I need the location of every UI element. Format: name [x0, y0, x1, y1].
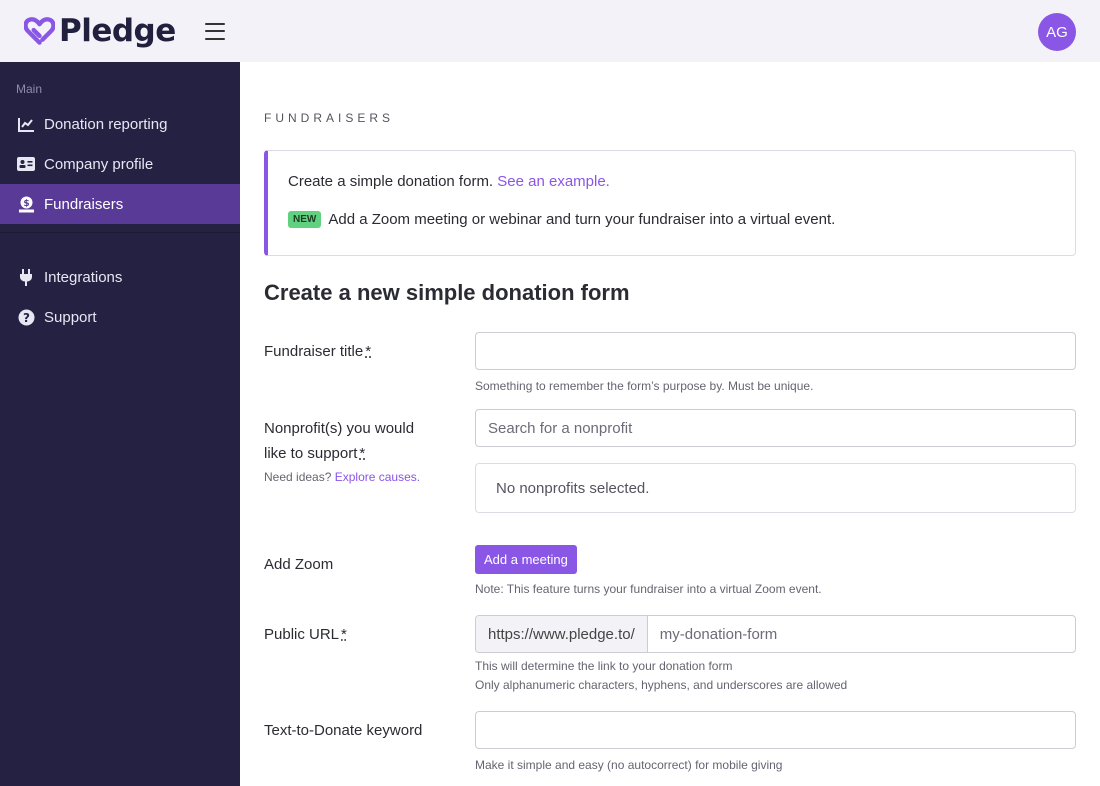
public-url-group: https://www.pledge.to/ my-donation-form	[475, 615, 1076, 653]
help-line: Only alphanumeric characters, hyphens, a…	[475, 678, 848, 692]
field-control: https://www.pledge.to/ my-donation-form …	[475, 615, 1076, 695]
required-marker: *	[341, 626, 347, 643]
page-eyebrow: FUNDRAISERS	[264, 111, 395, 125]
field-control: Make it simple and easy (no autocorrect)…	[475, 711, 1076, 775]
fundraiser-title-input[interactable]	[475, 332, 1076, 370]
sidebar-item-label: Company profile	[44, 155, 154, 173]
sidebar-divider	[0, 232, 240, 233]
sidebar-item-label: Integrations	[44, 268, 123, 286]
input-placeholder: Search for a nonprofit	[488, 419, 633, 437]
label-text: like to support	[264, 445, 358, 462]
callout-text: Create a simple donation form.	[288, 173, 494, 190]
plug-icon	[17, 268, 35, 286]
sidebar-item-support[interactable]: ? Support	[0, 297, 240, 337]
url-prefix: https://www.pledge.to/	[476, 616, 648, 652]
label-text: Public URL	[264, 626, 340, 643]
main-content: FUNDRAISERS Create a simple donation for…	[240, 62, 1100, 786]
info-callout: Create a simple donation form. See an ex…	[264, 150, 1076, 256]
help-line: This will determine the link to your don…	[475, 659, 733, 673]
required-marker: *	[365, 343, 372, 360]
field-control: Add a meeting Note: This feature turns y…	[475, 545, 1076, 599]
id-card-icon	[17, 155, 35, 173]
sidebar-item-company-profile[interactable]: Company profile	[0, 144, 240, 184]
field-help: This will determine the link to your don…	[475, 657, 1076, 695]
required-marker: *	[359, 445, 366, 462]
field-control: Something to remember the form’s purpose…	[475, 332, 1076, 396]
svg-text:$: $	[23, 199, 29, 209]
field-label: Fundraiser title *	[264, 339, 371, 364]
sidebar-section-label: Main	[16, 82, 43, 96]
sidebar-item-label: Donation reporting	[44, 115, 168, 133]
public-url-input[interactable]: my-donation-form	[648, 616, 1075, 652]
nonprofit-search-input[interactable]: Search for a nonprofit	[475, 409, 1076, 447]
svg-text:?: ?	[23, 311, 30, 325]
heart-logo-icon	[24, 17, 55, 45]
field-help: Make it simple and easy (no autocorrect)…	[475, 758, 783, 772]
field-help: Note: This feature turns your fundraiser…	[475, 582, 822, 596]
field-label: Nonprofit(s) you would like to support *	[264, 416, 414, 466]
selected-nonprofits-box: No nonprofits selected.	[475, 463, 1076, 513]
keyword-input[interactable]	[475, 711, 1076, 749]
explore-causes-link[interactable]: Explore causes.	[335, 470, 420, 484]
sidebar: Main Donation reporting Company profile …	[0, 62, 240, 786]
field-help: Need ideas? Explore causes.	[264, 470, 420, 484]
sidebar-item-label: Support	[44, 308, 97, 326]
menu-toggle-icon[interactable]	[204, 22, 225, 40]
brand-name: Pledge	[59, 13, 176, 49]
add-meeting-button[interactable]: Add a meeting	[475, 545, 577, 574]
top-bar: Pledge AG	[0, 0, 1100, 62]
label-text: Nonprofit(s) you would	[264, 420, 415, 437]
brand-logo[interactable]: Pledge	[24, 13, 176, 49]
field-label: Public URL *	[264, 622, 347, 647]
user-avatar[interactable]: AG	[1038, 13, 1076, 51]
field-label: Add Zoom	[264, 556, 334, 573]
input-placeholder: my-donation-form	[659, 625, 778, 643]
question-circle-icon: ?	[17, 308, 35, 326]
field-help: Something to remember the form’s purpose…	[475, 379, 814, 393]
new-badge: NEW	[288, 211, 322, 228]
field-label: Text-to-Donate keyword	[264, 722, 423, 739]
help-text: Need ideas?	[264, 470, 332, 484]
sidebar-item-label: Fundraisers	[44, 195, 124, 213]
sidebar-item-integrations[interactable]: Integrations	[0, 257, 240, 297]
label-text: Fundraiser title	[264, 343, 364, 360]
donate-icon: $	[17, 195, 35, 213]
see-example-link[interactable]: See an example.	[497, 173, 610, 190]
sidebar-item-donation-reporting[interactable]: Donation reporting	[0, 104, 240, 144]
sidebar-item-fundraisers[interactable]: $ Fundraisers	[0, 184, 240, 224]
announcement-text: Add a Zoom meeting or webinar and turn y…	[328, 211, 836, 228]
chart-line-icon	[17, 115, 35, 133]
form-title: Create a new simple donation form	[264, 280, 630, 305]
field-control: Search for a nonprofit No nonprofits sel…	[475, 409, 1076, 513]
